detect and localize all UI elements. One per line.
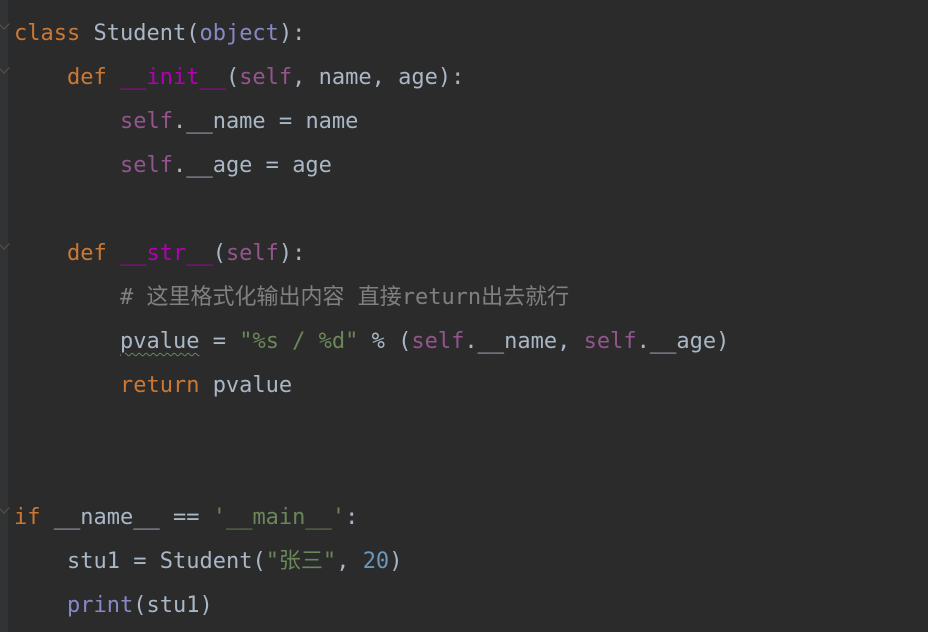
code-line: self.__name = name <box>14 109 358 134</box>
class-name: Student <box>93 21 186 46</box>
gutter <box>0 0 8 632</box>
fold-marker-icon[interactable] <box>0 238 10 249</box>
param-name: name <box>319 65 372 90</box>
keyword-class: class <box>14 21 93 46</box>
code-editor[interactable]: class Student(object): def __init__(self… <box>14 12 928 628</box>
number-literal: 20 <box>363 549 390 574</box>
code-line: self.__age = age <box>14 153 332 178</box>
code-line: print(stu1) <box>14 593 213 618</box>
code-line: pvalue = "%s / %d" % (self.__name, self.… <box>14 329 729 354</box>
fold-marker-icon[interactable] <box>0 502 10 513</box>
code-line: stu1 = Student("张三", 20) <box>14 549 402 574</box>
code-line: def __init__(self, name, age): <box>14 65 464 90</box>
param-age: age <box>398 65 438 90</box>
keyword-def: def <box>67 65 120 90</box>
builtin-object: object <box>199 21 278 46</box>
dunder-str: __str__ <box>120 241 213 266</box>
keyword-if: if <box>14 505 54 530</box>
dunder-init: __init__ <box>120 65 226 90</box>
fold-marker-icon[interactable] <box>0 18 10 29</box>
code-line: # 这里格式化输出内容 直接return出去就行 <box>14 285 569 310</box>
param-self: self <box>226 241 279 266</box>
string-literal: "张三" <box>266 549 337 574</box>
code-line: class Student(object): <box>14 21 305 46</box>
code-line: def __str__(self): <box>14 241 305 266</box>
string-literal: "%s / %d" <box>239 329 358 354</box>
comment: # 这里格式化输出内容 直接return出去就行 <box>120 285 569 310</box>
keyword-def: def <box>67 241 120 266</box>
code-line: return pvalue <box>14 373 292 398</box>
variable-pvalue: pvalue <box>120 329 199 354</box>
code-line: if __name__ == '__main__': <box>14 505 358 530</box>
fold-marker-icon[interactable] <box>0 62 10 73</box>
keyword-return: return <box>120 373 213 398</box>
string-literal: '__main__' <box>213 505 345 530</box>
param-self: self <box>239 65 292 90</box>
builtin-print: print <box>67 593 133 618</box>
